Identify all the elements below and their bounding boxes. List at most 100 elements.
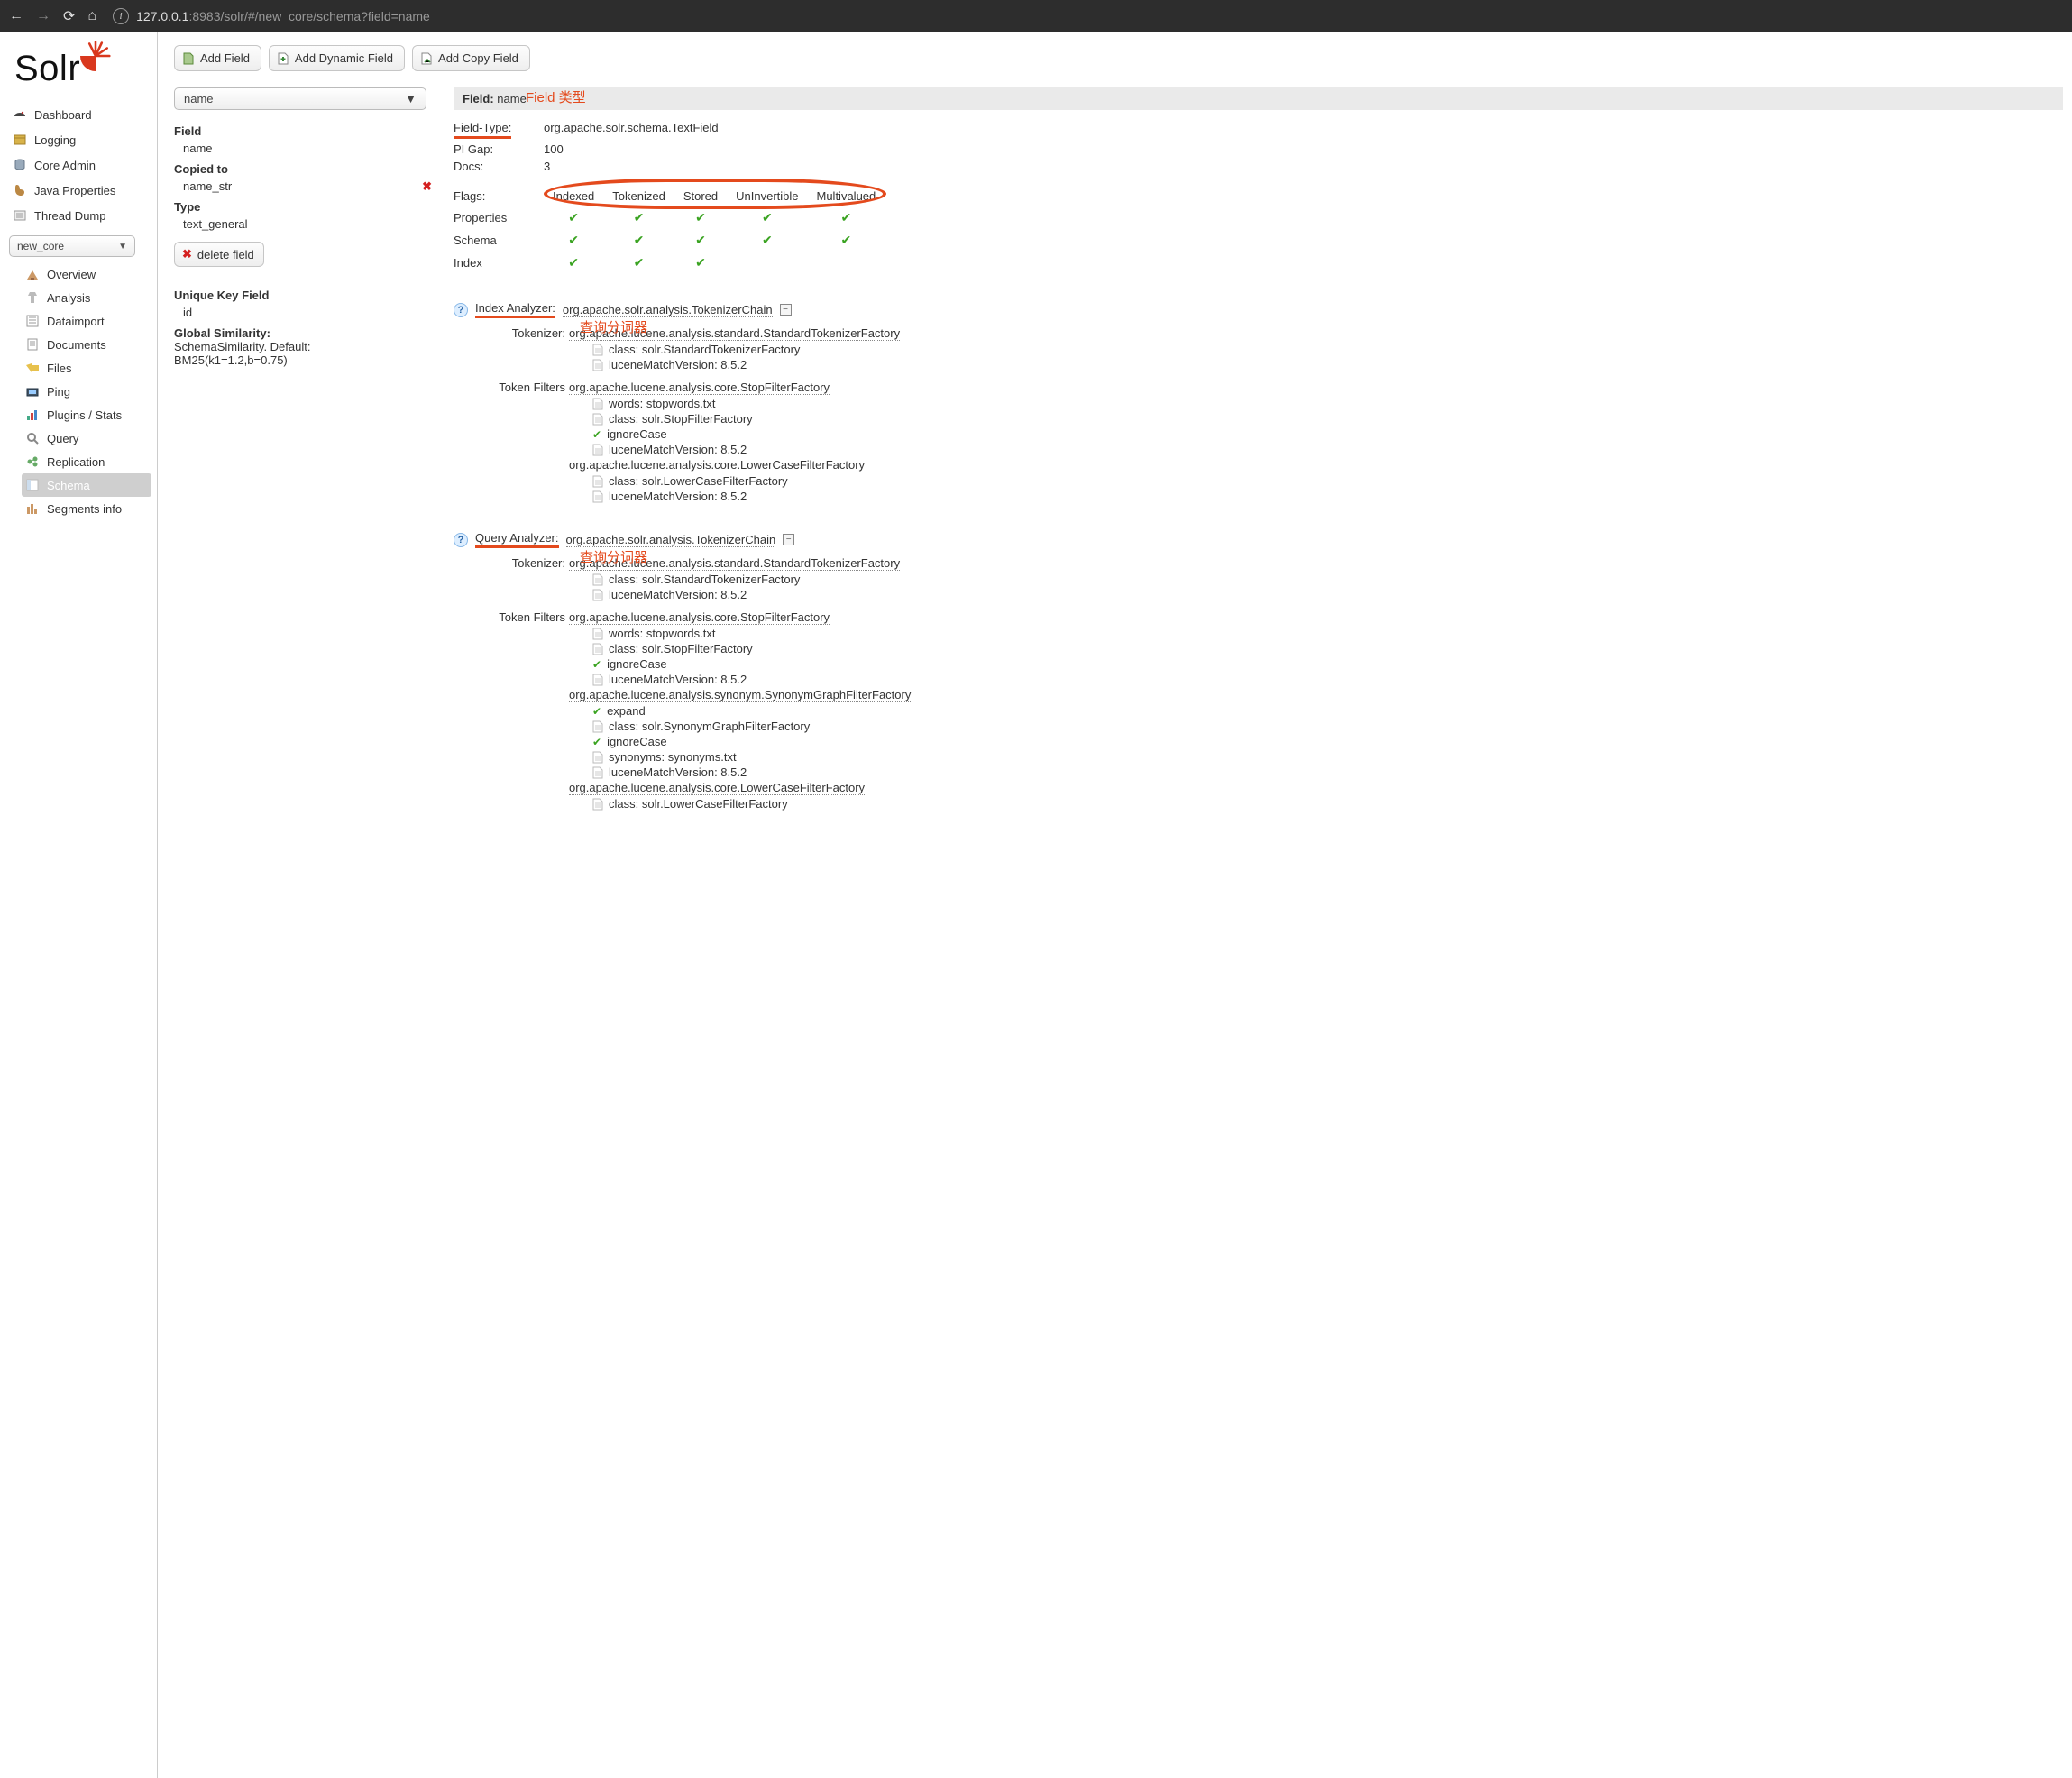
help-icon[interactable]: ?: [454, 533, 468, 547]
analyzer-prop: class: solr.LowerCaseFilterFactory: [592, 796, 2063, 811]
check-icon: ✔: [592, 736, 601, 748]
tokenizer-class[interactable]: org.apache.lucene.analysis.standard.Stan…: [569, 556, 900, 571]
document-icon: [592, 413, 603, 426]
url-path: /solr/#/new_core/schema?field=name: [221, 9, 430, 23]
analyzer-prop: class: solr.StandardTokenizerFactory: [592, 572, 2063, 587]
sun-icon: [80, 41, 111, 71]
sidebar-item-overview[interactable]: Overview: [22, 262, 151, 286]
core-selector-value: new_core: [17, 240, 64, 252]
sidebar-item-thread-dump[interactable]: Thread Dump: [9, 203, 151, 228]
tokenizer-label: Tokenizer:: [484, 326, 565, 341]
sidebar-item-label: Replication: [47, 455, 105, 469]
flag-cell: ✔: [544, 252, 603, 274]
add-field-button[interactable]: Add Field: [174, 45, 261, 71]
document-icon: [592, 720, 603, 733]
field-detail-column: Field: name Field 类型 Field-Type: org.apa…: [454, 87, 2063, 811]
document-icon: [592, 398, 603, 410]
sidebar-item-label: Ping: [47, 385, 70, 399]
document-icon: [592, 674, 603, 686]
sidebar-item-replication[interactable]: Replication: [22, 450, 151, 473]
analyzer-block: ? Index Analyzer: org.apache.solr.analys…: [454, 301, 2063, 504]
flag-cell: ✔: [603, 252, 674, 274]
sidebar-item-query[interactable]: Query: [22, 426, 151, 450]
field-selector[interactable]: name ▼: [174, 87, 426, 110]
sidebar-item-ping[interactable]: Ping: [22, 380, 151, 403]
filter-class[interactable]: org.apache.lucene.analysis.core.StopFilt…: [569, 380, 830, 395]
remove-copied-icon[interactable]: ✖: [422, 179, 432, 194]
unique-key-value: id: [183, 306, 435, 319]
check-icon: ✔: [592, 705, 601, 718]
info-icon[interactable]: i: [113, 8, 129, 24]
sidebar-item-plugins-stats[interactable]: Plugins / Stats: [22, 403, 151, 426]
menu-icon: [25, 454, 40, 469]
main-content: Add Field Add Dynamic Field Add Copy Fie…: [158, 32, 2072, 1778]
analyzer-class[interactable]: org.apache.solr.analysis.TokenizerChain: [563, 303, 773, 317]
sidebar-item-label: Overview: [47, 268, 96, 281]
document-icon: [592, 490, 603, 503]
add-copy-field-button[interactable]: Add Copy Field: [412, 45, 530, 71]
field-header: Field: name: [454, 87, 2063, 110]
flag-cell: ✔: [674, 252, 727, 274]
document-icon: [182, 52, 195, 65]
menu-icon: [25, 478, 40, 492]
document-plus-icon: [277, 52, 289, 65]
menu-icon: [13, 208, 27, 223]
filter-class[interactable]: org.apache.lucene.analysis.core.StopFilt…: [569, 610, 830, 625]
docs-value: 3: [544, 160, 2063, 173]
filter-class[interactable]: org.apache.lucene.analysis.core.LowerCas…: [569, 458, 865, 472]
sidebar-item-schema[interactable]: Schema: [22, 473, 151, 497]
filter-class[interactable]: org.apache.lucene.analysis.synonym.Synon…: [569, 688, 911, 702]
url-port: :8983: [188, 9, 220, 23]
analyzer-prop: class: solr.StopFilterFactory: [592, 641, 2063, 656]
sidebar-item-documents[interactable]: Documents: [22, 333, 151, 356]
menu-icon: [13, 107, 27, 122]
check-icon: ✔: [592, 658, 601, 671]
flag-row-schema: Schema: [454, 229, 544, 252]
collapse-icon[interactable]: −: [783, 534, 794, 545]
pi-gap-label: PI Gap:: [454, 142, 544, 156]
sidebar-item-label: Plugins / Stats: [47, 408, 122, 422]
nav-home-icon[interactable]: ⌂: [87, 8, 96, 24]
filter-class[interactable]: org.apache.lucene.analysis.core.LowerCas…: [569, 781, 865, 795]
core-selector[interactable]: new_core ▼: [9, 235, 135, 257]
sidebar-item-analysis[interactable]: Analysis: [22, 286, 151, 309]
sidebar-item-label: Documents: [47, 338, 106, 352]
check-icon: ✔: [592, 428, 601, 441]
address-bar[interactable]: i 127.0.0.1:8983/solr/#/new_core/schema?…: [113, 8, 430, 24]
analyzer-prop: luceneMatchVersion: 8.5.2: [592, 489, 2063, 504]
sidebar-item-dataimport[interactable]: Dataimport: [22, 309, 151, 333]
chevron-down-icon: ▼: [118, 242, 127, 252]
docs-label: Docs:: [454, 160, 544, 173]
collapse-icon[interactable]: −: [780, 304, 792, 316]
field-type-label: Field-Type:: [454, 121, 544, 139]
sidebar-item-segments-info[interactable]: Segments info: [22, 497, 151, 520]
flag-cell: ✔: [727, 229, 807, 252]
nav-reload-icon[interactable]: ⟳: [63, 7, 75, 25]
flag-cell: [727, 252, 807, 274]
sidebar-item-logging[interactable]: Logging: [9, 127, 151, 152]
sidebar-item-files[interactable]: Files: [22, 356, 151, 380]
menu-icon: [25, 290, 40, 305]
nav-back-icon[interactable]: ←: [9, 8, 23, 24]
sidebar-item-label: Analysis: [47, 291, 90, 305]
button-label: Add Copy Field: [438, 51, 518, 65]
sidebar-item-java-properties[interactable]: Java Properties: [9, 178, 151, 203]
analyzer-prop: words: stopwords.txt: [592, 396, 2063, 411]
menu-icon: [13, 158, 27, 172]
delete-field-button[interactable]: ✖ delete field: [174, 242, 264, 267]
sidebar-item-core-admin[interactable]: Core Admin: [9, 152, 151, 178]
help-icon[interactable]: ?: [454, 303, 468, 317]
field-label: Field: [174, 124, 435, 138]
document-icon: [592, 344, 603, 356]
sidebar-item-label: Files: [47, 362, 71, 375]
sidebar-item-dashboard[interactable]: Dashboard: [9, 102, 151, 127]
add-dynamic-field-button[interactable]: Add Dynamic Field: [269, 45, 405, 71]
pi-gap-value: 100: [544, 142, 2063, 156]
sidebar-item-label: Schema: [47, 479, 90, 492]
flags-table: Flags:IndexedTokenizedStoredUnInvertible…: [454, 186, 2063, 274]
document-icon: [592, 444, 603, 456]
analyzer-class[interactable]: org.apache.solr.analysis.TokenizerChain: [566, 533, 776, 547]
sidebar-item-label: Dataimport: [47, 315, 105, 328]
tokenizer-class[interactable]: org.apache.lucene.analysis.standard.Stan…: [569, 326, 900, 341]
analyzer-prop: luceneMatchVersion: 8.5.2: [592, 357, 2063, 372]
